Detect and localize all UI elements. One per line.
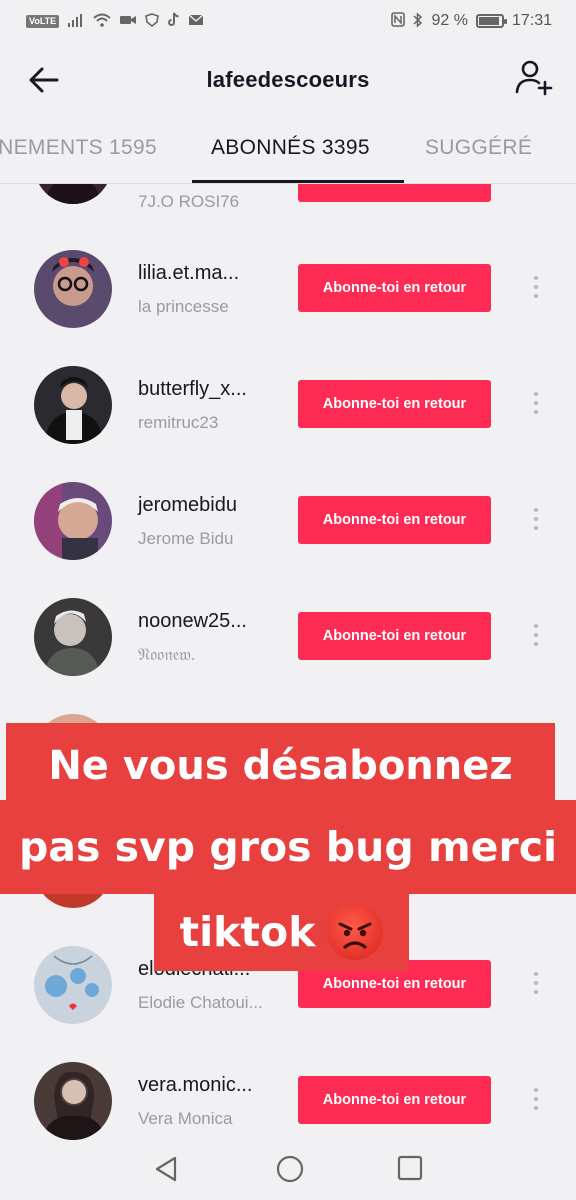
nav-home-button[interactable]	[275, 1154, 305, 1184]
mail-icon	[188, 13, 204, 29]
signal-icon	[67, 13, 85, 30]
caption-line-1: Ne vous désabonnez	[6, 723, 555, 808]
square-recents-icon	[397, 1155, 423, 1181]
list-item[interactable]: noonew25... 𝔑𝔬𝔬𝔫𝔢𝔴. Abonne-toi en retour	[0, 590, 576, 706]
more-options-button[interactable]	[528, 389, 544, 419]
nav-recents-button[interactable]	[397, 1155, 423, 1181]
list-item[interactable]: jeromebidu Jerome Bidu Abonne-toi en ret…	[0, 474, 576, 590]
avatar[interactable]	[34, 598, 112, 676]
follow-back-button[interactable]: Abonne-toi en retour	[298, 496, 491, 544]
more-options-button[interactable]	[528, 969, 544, 999]
username[interactable]: vera.monic...	[138, 1074, 252, 1097]
caption-text-2: pas svp gros bug merci	[18, 823, 558, 871]
list-item[interactable]: 7J.O ROSI76 Abonne-toi en retour	[0, 184, 576, 242]
follow-back-button[interactable]: Abonne-toi en retour	[298, 264, 491, 312]
caption-text-3: tiktok	[179, 908, 316, 956]
page-title: lafeedescoeurs	[206, 67, 370, 92]
active-tab-indicator	[192, 180, 404, 183]
nav-back-button[interactable]	[153, 1154, 181, 1184]
header: lafeedescoeurs	[0, 42, 576, 118]
follower-list[interactable]: 7J.O ROSI76 Abonne-toi en retour lilia.e…	[0, 184, 576, 1146]
caption-line-3: tiktok	[154, 893, 409, 971]
user-nickname: 7J.O ROSI76	[138, 192, 240, 211]
avatar[interactable]	[34, 946, 112, 1024]
add-user-icon	[515, 60, 553, 96]
avatar[interactable]	[34, 250, 112, 328]
tiktok-icon	[167, 12, 180, 30]
nfc-icon	[391, 12, 406, 30]
system-nav-bar	[0, 1146, 576, 1200]
volte-badge: VoLTE	[26, 14, 60, 28]
avatar[interactable]	[34, 366, 112, 444]
avatar[interactable]	[34, 1062, 112, 1140]
avatar[interactable]	[34, 184, 112, 204]
user-nickname: la princesse	[138, 297, 229, 316]
follow-back-button[interactable]: Abonne-toi en retour	[298, 380, 491, 428]
user-nickname: remitruc23	[138, 413, 219, 432]
user-nickname: Jerome Bidu	[138, 529, 234, 548]
more-options-button[interactable]	[528, 505, 544, 535]
tab-abonnes[interactable]: ABONNÉS 3395	[211, 136, 370, 160]
list-item[interactable]: vera.monic... Vera Monica Abonne-toi en …	[0, 1054, 576, 1146]
username[interactable]: butterfly_x...	[138, 378, 247, 401]
battery-icon	[475, 14, 507, 28]
clock: 17:31	[511, 12, 552, 29]
circle-home-icon	[276, 1155, 304, 1183]
user-nickname: Vera Monica	[138, 1109, 233, 1128]
shield-icon	[145, 12, 160, 30]
battery-percent: 92 %	[431, 12, 468, 29]
caption-text-1: Ne vous désabonnez	[48, 742, 513, 789]
status-bar: VoLTE 92 % 17:31	[0, 0, 576, 42]
tab-suggere[interactable]: SUGGÉRÉ	[425, 136, 532, 160]
follow-back-button[interactable]: Abonne-toi en retour	[298, 184, 491, 202]
list-item[interactable]: lilia.et.ma... la princesse Abonne-toi e…	[0, 242, 576, 358]
more-options-button[interactable]	[528, 273, 544, 303]
wifi-icon	[93, 13, 111, 30]
more-options-button[interactable]	[528, 621, 544, 651]
more-options-button[interactable]	[528, 1085, 544, 1115]
username[interactable]: jeromebidu	[138, 494, 237, 517]
video-call-icon	[119, 14, 137, 29]
bluetooth-icon	[413, 11, 423, 31]
add-friend-button[interactable]	[514, 58, 554, 98]
follow-back-button[interactable]: Abonne-toi en retour	[298, 612, 491, 660]
caption-line-2: pas svp gros bug merci	[0, 800, 576, 894]
angry-face-emoji-icon	[327, 904, 384, 960]
user-nickname: Elodie Chatoui...	[138, 993, 263, 1012]
back-button[interactable]	[26, 62, 62, 98]
arrow-left-icon	[29, 67, 59, 93]
triangle-back-icon	[155, 1156, 177, 1182]
battery-fill	[478, 17, 499, 25]
avatar[interactable]	[34, 482, 112, 560]
tab-abonnements[interactable]: INEMENTS 1595	[0, 136, 157, 160]
status-right: 92 % 17:31	[391, 11, 552, 31]
user-nickname: 𝔑𝔬𝔬𝔫𝔢𝔴.	[138, 645, 196, 664]
username[interactable]: noonew25...	[138, 610, 247, 633]
status-left: VoLTE	[26, 12, 204, 30]
follow-back-button[interactable]: Abonne-toi en retour	[298, 1076, 491, 1124]
tab-bar: INEMENTS 1595 ABONNÉS 3395 SUGGÉRÉ	[0, 118, 576, 184]
username[interactable]: lilia.et.ma...	[138, 262, 239, 285]
list-item[interactable]: butterfly_x... remitruc23 Abonne-toi en …	[0, 358, 576, 474]
